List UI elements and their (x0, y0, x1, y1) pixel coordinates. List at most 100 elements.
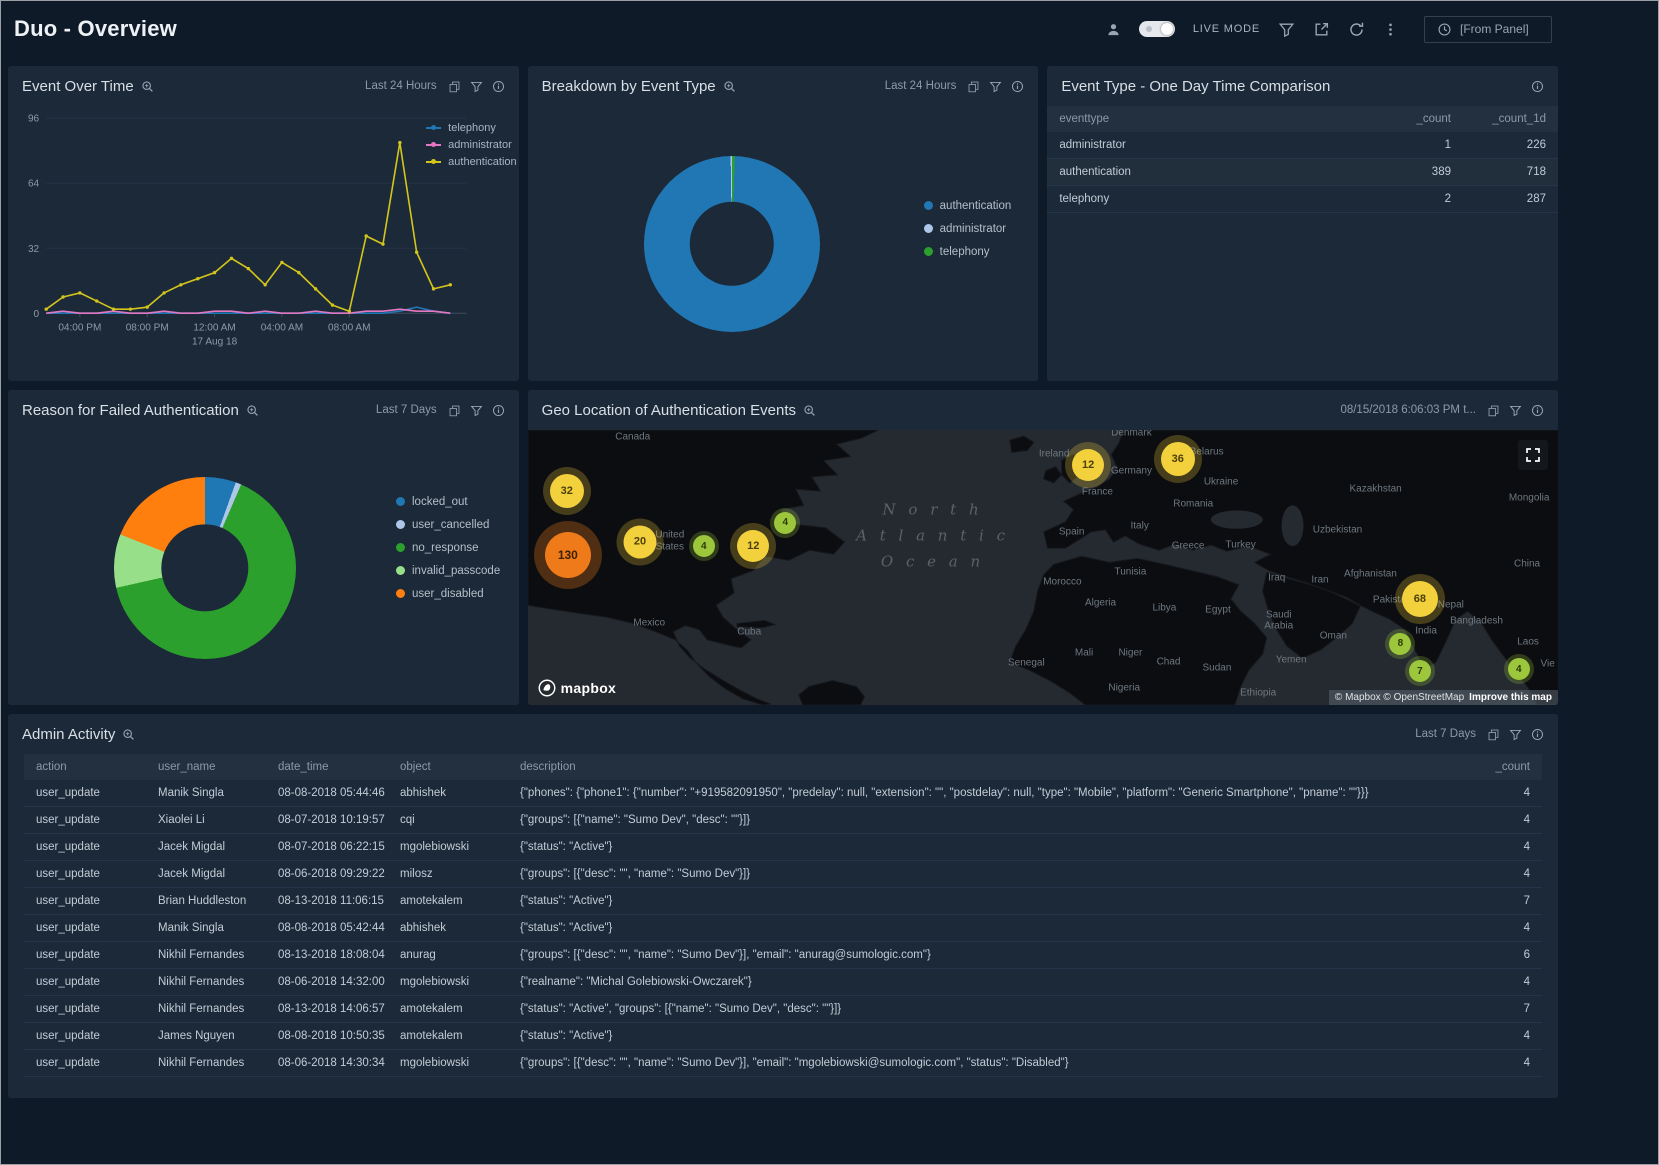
map-cluster[interactable]: 4 (774, 512, 796, 534)
legend-item[interactable]: administrator (426, 139, 517, 151)
legend-item[interactable]: administrator (924, 223, 1012, 235)
table-row[interactable]: user_updateNikhil Fernandes08-13-2018 18… (24, 942, 1542, 969)
map-cluster[interactable]: 4 (693, 535, 715, 557)
donut-chart[interactable] (114, 477, 296, 659)
info-icon[interactable] (1531, 80, 1544, 93)
column-header[interactable]: eventtype (1047, 106, 1373, 132)
table-row[interactable]: user_updateJacek Migdal08-07-2018 06:22:… (24, 834, 1542, 861)
copy-icon[interactable] (1487, 404, 1500, 417)
column-header[interactable]: date_time (266, 754, 388, 780)
world-map[interactable]: N o r t h A t l a n t i c O c e a n Cana… (528, 430, 1558, 705)
zoom-icon[interactable] (723, 80, 736, 93)
map-country-label: Bangladesh (1450, 616, 1503, 628)
zoom-icon[interactable] (141, 80, 154, 93)
table-cell: Manik Singla (146, 780, 266, 807)
filter-icon[interactable] (989, 80, 1002, 93)
info-icon[interactable] (492, 404, 505, 417)
live-mode-toggle[interactable] (1139, 21, 1175, 37)
table-row[interactable]: user_updateNikhil Fernandes08-06-2018 14… (24, 1050, 1542, 1077)
map-country-label: India (1415, 625, 1437, 637)
legend-item[interactable]: invalid_passcode (396, 565, 500, 577)
info-icon[interactable] (1531, 728, 1544, 741)
legend-item[interactable]: authentication (426, 156, 517, 168)
table-cell: {"status": "Active"} (508, 915, 1476, 942)
table-row[interactable]: user_updateManik Singla08-08-2018 05:42:… (24, 915, 1542, 942)
table-row[interactable]: user_updateManik Singla08-08-2018 05:44:… (24, 780, 1542, 807)
legend-marker (426, 127, 441, 129)
panel-geo-location: Geo Location of Authentication Events 08… (528, 390, 1558, 705)
zoom-icon[interactable] (246, 404, 259, 417)
map-cluster[interactable]: 32 (550, 474, 584, 508)
time-range-label[interactable]: Last 7 Days (1415, 728, 1476, 740)
map-country-label: Egypt (1205, 605, 1231, 617)
legend-dot (396, 589, 405, 598)
filter-icon[interactable] (1509, 728, 1522, 741)
time-range-label[interactable]: Last 7 Days (376, 404, 437, 416)
legend-item[interactable]: user_cancelled (396, 519, 500, 531)
table-row[interactable]: user_updateNikhil Fernandes08-06-2018 14… (24, 969, 1542, 996)
legend-item[interactable]: telephony (924, 246, 1012, 258)
legend-item[interactable]: no_response (396, 542, 500, 554)
column-header[interactable]: object (388, 754, 508, 780)
filter-icon[interactable] (470, 80, 483, 93)
legend-item[interactable]: authentication (924, 200, 1012, 212)
zoom-icon[interactable] (122, 728, 135, 741)
copy-icon[interactable] (1487, 728, 1500, 741)
info-icon[interactable] (1531, 404, 1544, 417)
legend-item[interactable]: user_disabled (396, 588, 500, 600)
copy-icon[interactable] (448, 404, 461, 417)
table-row[interactable]: user_updateBrian Huddleston08-13-2018 11… (24, 888, 1542, 915)
time-range-label[interactable]: Last 24 Hours (885, 80, 957, 92)
zoom-icon[interactable] (803, 404, 816, 417)
table-row[interactable]: user_updateXiaolei Li08-07-2018 10:19:57… (24, 807, 1542, 834)
legend-item[interactable]: telephony (426, 122, 517, 134)
filter-icon[interactable] (1509, 404, 1522, 417)
donut-chart[interactable] (644, 156, 820, 332)
comparison-table: eventtype_count_count_1dadministrator122… (1047, 106, 1558, 213)
panel-failed-auth-reason: Reason for Failed Authentication Last 7 … (8, 390, 519, 705)
map-cluster[interactable]: 8 (1389, 633, 1411, 655)
column-header[interactable]: _count (1476, 754, 1542, 780)
table-row[interactable]: user_updateNikhil Fernandes08-13-2018 14… (24, 996, 1542, 1023)
time-range-label[interactable]: 08/15/2018 6:06:03 PM t... (1340, 404, 1476, 416)
fullscreen-button[interactable] (1518, 440, 1548, 470)
table-cell: Nikhil Fernandes (146, 969, 266, 996)
kebab-menu-icon[interactable] (1383, 22, 1398, 37)
copy-icon[interactable] (448, 80, 461, 93)
map-cluster[interactable]: 68 (1402, 581, 1438, 617)
table-row[interactable]: user_updateJacek Migdal08-06-2018 09:29:… (24, 861, 1542, 888)
column-header[interactable]: user_name (146, 754, 266, 780)
map-cluster[interactable]: 7 (1409, 660, 1431, 682)
table-row[interactable]: user_updateJames Nguyen08-08-2018 10:50:… (24, 1023, 1542, 1050)
user-icon[interactable] (1106, 22, 1121, 37)
table-row[interactable]: telephony2287 (1047, 186, 1558, 213)
map-country-label: Senegal (1008, 657, 1045, 669)
table-row[interactable]: authentication389718 (1047, 159, 1558, 186)
column-header[interactable]: description (508, 754, 1476, 780)
from-panel-selector[interactable]: [From Panel] (1424, 16, 1552, 43)
info-icon[interactable] (1011, 80, 1024, 93)
filter-icon[interactable] (470, 404, 483, 417)
share-icon[interactable] (1313, 21, 1330, 38)
mapbox-logo[interactable]: mapbox (538, 679, 616, 697)
legend-item[interactable]: locked_out (396, 496, 500, 508)
map-country-label: Iran (1311, 574, 1328, 586)
column-header[interactable]: _count_1d (1463, 106, 1558, 132)
column-header[interactable]: action (24, 754, 146, 780)
copy-icon[interactable] (967, 80, 980, 93)
chart-legend: locked_out user_cancelled no_responseinval… (396, 496, 500, 600)
table-row[interactable]: administrator1226 (1047, 132, 1558, 159)
refresh-icon[interactable] (1348, 21, 1365, 38)
map-cluster[interactable]: 12 (1072, 449, 1104, 481)
map-cluster[interactable]: 20 (623, 525, 656, 558)
improve-map-link[interactable]: Improve this map (1469, 692, 1552, 703)
filter-icon[interactable] (1278, 21, 1295, 38)
info-icon[interactable] (492, 80, 505, 93)
panel-admin-activity: Admin Activity Last 7 Days actionuser_na… (8, 714, 1558, 1098)
map-cluster[interactable]: 4 (1508, 658, 1530, 680)
map-cluster[interactable]: 130 (545, 532, 591, 578)
map-cluster[interactable]: 36 (1161, 442, 1195, 476)
time-range-label[interactable]: Last 24 Hours (365, 80, 437, 92)
column-header[interactable]: _count (1373, 106, 1463, 132)
map-cluster[interactable]: 12 (737, 530, 769, 562)
